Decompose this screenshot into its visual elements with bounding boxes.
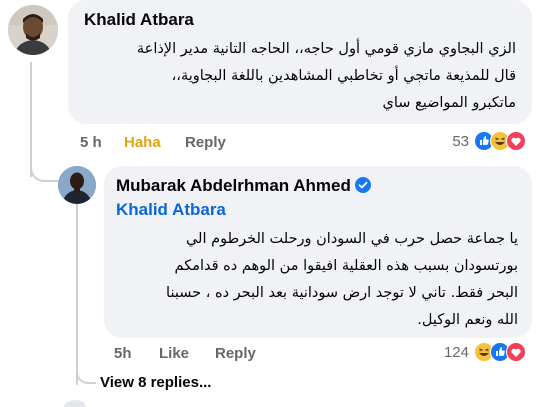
comment-text: الزي البجاوي مازي قومي أول حاجه،، الحاجه… — [76, 36, 516, 117]
verified-badge-icon — [354, 177, 371, 193]
reply-text-line: البحر فقط. تاني لا توجد ارض سودانية بعد … — [166, 285, 518, 301]
reply-thread-line — [76, 195, 78, 385]
love-reaction-icon — [506, 131, 526, 151]
reaction-count: 53 — [452, 132, 469, 150]
reply-bubble: Mubarak Abdelrhman Ahmed Khalid Atbara ي… — [104, 166, 532, 338]
comment-author[interactable]: Khalid Atbara — [84, 10, 194, 30]
love-reaction-icon — [506, 342, 526, 362]
reply-text-line: يا جماعة حصل حرب في السودان ورحلت الخرطو… — [185, 231, 518, 247]
reply-actions: 5h Like Reply — [114, 345, 414, 365]
reply-text-line: بورتسودان بسبب هذه العقلية افيقوا من الو… — [174, 258, 518, 274]
avatar[interactable] — [58, 166, 96, 204]
reply-text: يا جماعة حصل حرب في السودان ورحلت الخرطو… — [114, 226, 518, 334]
reply-button[interactable]: Reply — [185, 134, 226, 151]
reply-text-line: الله ونعم الوكيل. — [417, 312, 518, 328]
like-button[interactable]: Like — [159, 345, 189, 362]
reply-author-name: Mubarak Abdelrhman Ahmed — [116, 176, 351, 195]
reply-timestamp[interactable]: 5h — [114, 345, 132, 362]
reaction-count: 124 — [443, 343, 469, 361]
comment-timestamp[interactable]: 5 h — [80, 134, 102, 151]
mention-link[interactable]: Khalid Atbara — [116, 200, 226, 220]
reply-author[interactable]: Mubarak Abdelrhman Ahmed — [116, 176, 371, 196]
reply-button[interactable]: Reply — [215, 345, 256, 362]
avatar[interactable] — [8, 5, 58, 55]
reaction-summary[interactable]: 124 — [444, 342, 526, 362]
comment-actions: 5 h Haha Reply — [80, 134, 380, 154]
reaction-summary[interactable]: 53 — [452, 131, 526, 151]
comment-text-line: ماتكبرو المواضيع ساي — [382, 95, 517, 111]
reply-thread-connector — [76, 362, 96, 384]
haha-reaction-button[interactable]: Haha — [124, 134, 161, 151]
comment-text-line: الزي البجاوي مازي قومي أول حاجه،، الحاجه… — [136, 41, 516, 57]
thread-connector — [30, 160, 58, 182]
comment-thread: Khalid Atbara الزي البجاوي مازي قومي أول… — [0, 0, 536, 407]
comment-text-line: قال للمذيعة ماتجي أو تخاطبي المشاهدين با… — [171, 68, 516, 84]
comment-bubble: Khalid Atbara الزي البجاوي مازي قومي أول… — [68, 0, 532, 124]
avatar — [64, 400, 86, 407]
view-replies-link[interactable]: View 8 replies... — [100, 374, 211, 391]
